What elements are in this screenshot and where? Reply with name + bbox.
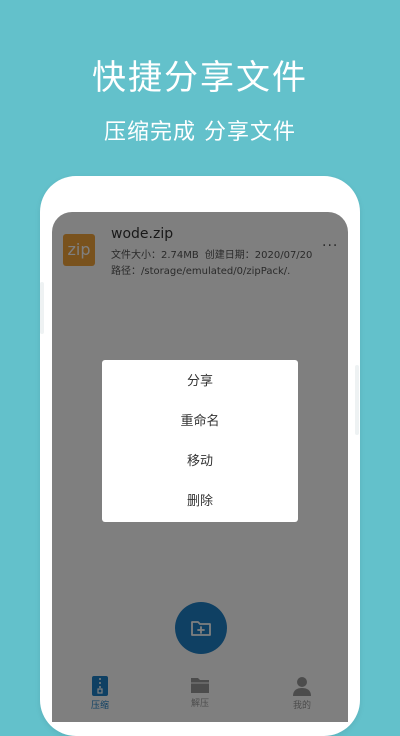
- menu-item-delete[interactable]: 删除: [102, 482, 298, 522]
- phone-side-button: [40, 282, 44, 334]
- menu-item-move[interactable]: 移动: [102, 442, 298, 482]
- file-action-menu: 分享 重命名 移动 删除: [102, 360, 298, 522]
- promo-headline: 快捷分享文件: [92, 58, 308, 98]
- menu-item-share[interactable]: 分享: [102, 362, 298, 402]
- app-screen: zip wode.zip 文件大小：2.74MB创建日期：2020/07/20 …: [52, 212, 348, 722]
- menu-item-rename[interactable]: 重命名: [102, 402, 298, 442]
- promo-subhead: 压缩完成 分享文件: [104, 120, 296, 145]
- phone-side-button: [355, 365, 359, 435]
